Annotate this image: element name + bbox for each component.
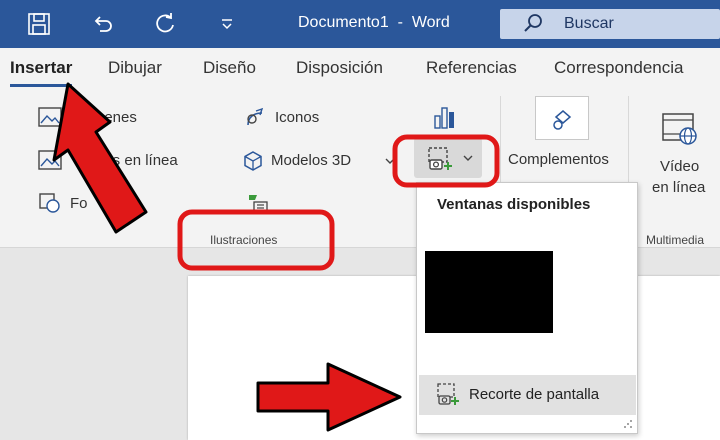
formas-button[interactable]: Fo [70,195,88,212]
imagenes-en-linea-button[interactable]: nes en línea [96,152,178,169]
modelos-3d-button[interactable]: Modelos 3D [271,152,351,169]
iconos-button[interactable]: Iconos [275,109,319,126]
chart-icon [434,107,454,129]
online-video-icon [662,113,697,145]
tab-referencias[interactable]: Referencias [426,58,517,78]
tab-diseno[interactable]: Diseño [203,58,256,78]
screenshot-icon [428,147,452,170]
imagenes-button[interactable]: genes [96,109,137,126]
customize-qat-icon[interactable] [210,8,244,40]
ribbon-tabs: Insertar Dibujar Diseño Disposición Refe… [0,48,720,88]
smartart-icon [249,195,268,212]
ilustraciones-group-label: Ilustraciones [210,233,278,247]
undo-icon[interactable] [86,8,120,40]
document-title: Documento1 - Word [298,14,450,31]
screenshot-button[interactable] [414,138,482,178]
tab-correspondencia[interactable]: Correspondencia [554,58,683,78]
search-icon [524,14,542,32]
title-bar: Documento1 - Word Buscar [0,0,720,48]
video-label-line1[interactable]: Vídeo [660,158,699,175]
multimedia-group-label: Multimedia [646,233,705,247]
complementos-button[interactable]: Complementos [508,151,609,168]
active-tab-indicator [10,84,72,87]
screen-clipping-icon [437,383,459,405]
redo-icon[interactable] [148,8,182,40]
online-image-icon [38,150,62,170]
tab-dibujar[interactable]: Dibujar [108,58,162,78]
resize-grip-icon[interactable] [623,419,633,429]
shapes-icon [39,193,60,213]
image-icon [38,107,62,127]
chevron-down-icon [385,158,395,164]
screen-clipping-label: Recorte de pantalla [469,386,600,403]
chevron-down-icon [463,155,473,161]
tab-disposicion[interactable]: Disposición [296,58,383,78]
3d-models-icon [244,151,262,171]
screen-clipping-item[interactable]: Recorte de pantalla [419,375,636,415]
tab-insertar[interactable]: Insertar [10,58,72,78]
search-box[interactable]: Buscar [500,9,720,39]
screenshot-dropdown: Ventanas disponibles Recorte de pantalla [416,182,638,434]
search-label: Buscar [564,15,614,32]
available-windows-title: Ventanas disponibles [437,196,591,213]
chevron-down-icon [125,201,135,207]
window-thumbnail[interactable] [425,251,553,333]
save-icon[interactable] [22,8,56,40]
get-addins-button[interactable] [535,96,589,140]
addins-icon [553,110,572,130]
video-label-line2[interactable]: en línea [652,179,705,196]
iconos-icon [247,107,264,126]
